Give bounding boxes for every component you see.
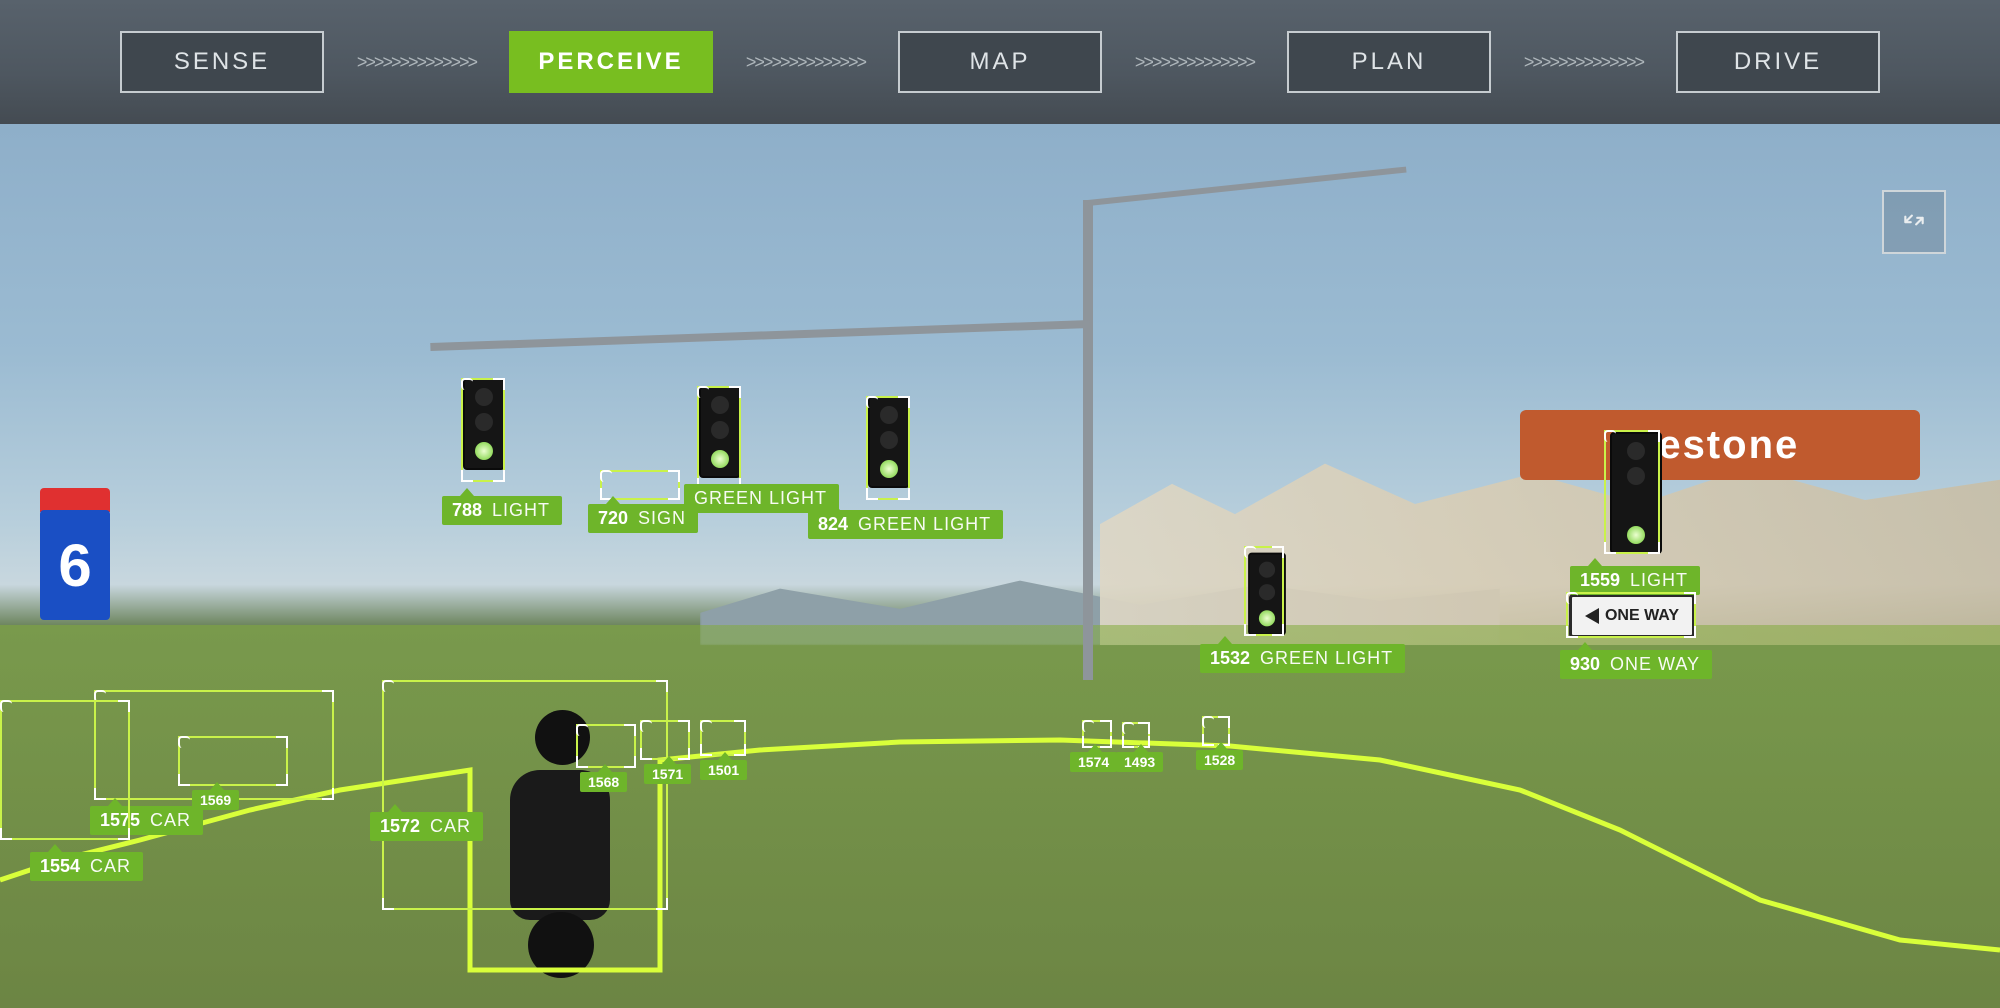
detection-label: 1568	[580, 772, 627, 792]
detection-label: 930 ONE WAY	[1560, 650, 1712, 679]
detection-label: 824 GREEN LIGHT	[808, 510, 1003, 539]
detection-class: GREEN LIGHT	[858, 514, 991, 535]
detection-box	[866, 396, 910, 500]
nav-chevrons: >>>>>>>>>>>>>>	[324, 52, 509, 73]
nav-label: SENSE	[174, 48, 270, 76]
detection-class: GREEN LIGHT	[1260, 648, 1393, 669]
nav-label: PLAN	[1352, 48, 1427, 76]
expand-button[interactable]	[1882, 190, 1946, 254]
detection-class: ONE WAY	[1610, 654, 1700, 675]
firestone-sign: restone	[1520, 410, 1920, 480]
detection-box	[1244, 546, 1284, 636]
detection-id: 824	[818, 514, 848, 535]
detection-label: 1532 GREEN LIGHT	[1200, 644, 1405, 673]
pipeline-nav: SENSE >>>>>>>>>>>>>> PERCEIVE >>>>>>>>>>…	[0, 0, 2000, 124]
nav-label: DRIVE	[1734, 48, 1822, 76]
nav-sense[interactable]: SENSE	[120, 31, 324, 93]
nav-perceive[interactable]: PERCEIVE	[509, 31, 713, 93]
detection-id: 720	[598, 508, 628, 529]
drive-perception-view: 6 restone ONE WAY 788 LIGHT 720 SIGN GREEN L…	[0, 0, 2000, 1008]
detection-label: 1571	[644, 764, 691, 784]
detection-id: 1501	[708, 762, 739, 778]
detection-id: 1532	[1210, 648, 1250, 669]
nav-plan[interactable]: PLAN	[1287, 31, 1491, 93]
detection-id: 1493	[1124, 754, 1155, 770]
detection-id: 788	[452, 500, 482, 521]
detection-class: CAR	[430, 816, 471, 837]
detection-label: 720 SIGN	[588, 504, 698, 533]
nav-chevrons: >>>>>>>>>>>>>>	[713, 52, 898, 73]
motel6-sign-top	[40, 488, 110, 512]
detection-id: 1569	[200, 792, 231, 808]
detection-class: CAR	[90, 856, 131, 877]
detection-label: 788 LIGHT	[442, 496, 562, 525]
drivable-freespace-overlay	[0, 625, 2000, 1008]
detection-class: GREEN LIGHT	[694, 488, 827, 509]
detection-box	[461, 378, 505, 482]
detection-class: CAR	[150, 810, 191, 831]
nav-label: MAP	[969, 48, 1030, 76]
expand-icon	[1901, 207, 1927, 238]
nav-chevrons: >>>>>>>>>>>>>>	[1491, 52, 1676, 73]
detection-id: 930	[1570, 654, 1600, 675]
detection-id: 1568	[588, 774, 619, 790]
detection-box	[576, 724, 636, 768]
detection-box	[1604, 430, 1660, 554]
detection-id: 1559	[1580, 570, 1620, 591]
detection-box	[382, 680, 668, 910]
detection-label: GREEN LIGHT	[684, 484, 839, 513]
detection-box	[1566, 592, 1696, 638]
detection-id: 1574	[1078, 754, 1109, 770]
detection-box	[697, 386, 741, 490]
detection-label: 1572 CAR	[370, 812, 483, 841]
detection-label: 1569	[192, 790, 239, 810]
nav-drive[interactable]: DRIVE	[1676, 31, 1880, 93]
detection-box	[0, 700, 130, 840]
detection-class: SIGN	[638, 508, 686, 529]
detection-class: LIGHT	[1630, 570, 1688, 591]
detection-id: 1572	[380, 816, 420, 837]
nav-chevrons: >>>>>>>>>>>>>>	[1102, 52, 1287, 73]
detection-class: LIGHT	[492, 500, 550, 521]
detection-label: 1554 CAR	[30, 852, 143, 881]
detection-box	[178, 736, 288, 786]
detection-label: 1493	[1116, 752, 1163, 772]
detection-box	[640, 720, 690, 760]
detection-label: 1559 LIGHT	[1570, 566, 1700, 595]
detection-label: 1501	[700, 760, 747, 780]
detection-label: 1574	[1070, 752, 1117, 772]
detection-box	[700, 720, 746, 756]
nav-map[interactable]: MAP	[898, 31, 1102, 93]
streetlight-pole	[1083, 200, 1093, 680]
nav-label: PERCEIVE	[538, 48, 683, 76]
detection-id: 1571	[652, 766, 683, 782]
detection-id: 1554	[40, 856, 80, 877]
motel6-sign: 6	[40, 510, 110, 620]
detection-id: 1528	[1204, 752, 1235, 768]
detection-label: 1528	[1196, 750, 1243, 770]
